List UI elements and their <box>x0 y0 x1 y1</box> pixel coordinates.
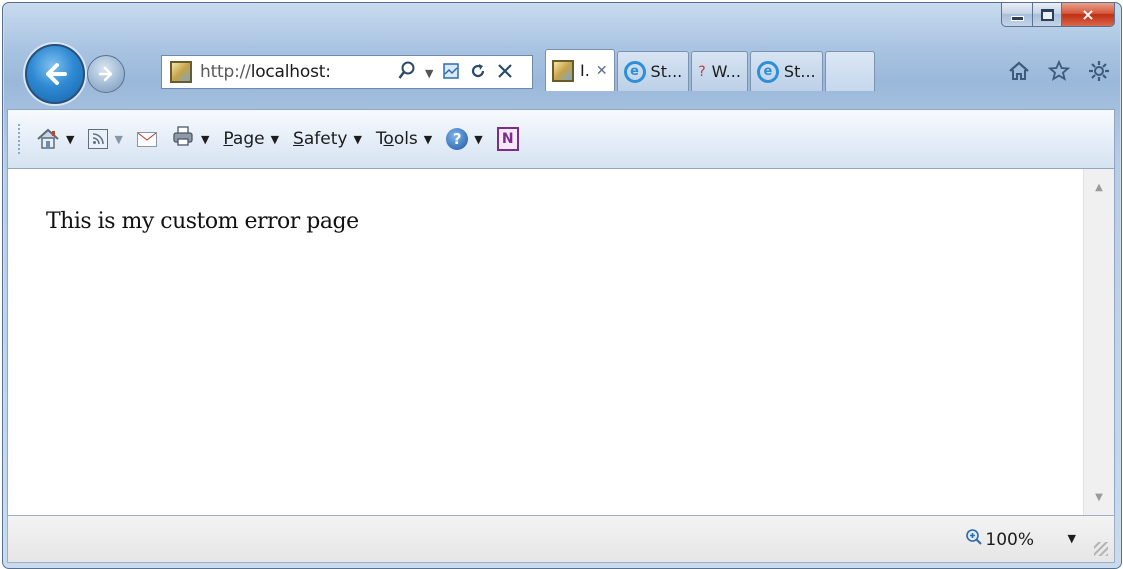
command-bar: ▼ ▼ ▼ Page ▼ Safety ▼ Tools ▼ ? ▼ N <box>7 109 1115 169</box>
chevron-down-icon[interactable]: ▼ <box>66 133 74 146</box>
maximize-icon <box>1040 8 1054 21</box>
ie-icon: e <box>756 60 779 83</box>
tools-gear-icon[interactable] <box>1087 59 1111 89</box>
page-favicon-icon <box>170 61 192 83</box>
minimize-icon <box>1010 16 1024 21</box>
scroll-up-icon[interactable]: ▲ <box>1084 175 1114 199</box>
tab-st-1[interactable]: e St... <box>616 51 690 91</box>
address-host: localhost: <box>250 62 331 82</box>
tab-label: St... <box>783 62 816 81</box>
error-message: This is my custom error page <box>46 209 359 234</box>
address-tools: ▼ <box>398 59 514 87</box>
chevron-down-icon: ▼ <box>270 132 280 146</box>
search-icon[interactable] <box>398 61 416 85</box>
page-favicon-icon <box>552 59 574 82</box>
forward-button[interactable] <box>87 55 125 93</box>
vertical-scrollbar[interactable]: ▲ ▼ <box>1083 169 1114 515</box>
browser-window: × http://localhost: ▼ I. ✕ e St... ? W..… <box>2 2 1122 569</box>
forward-arrow-icon <box>98 66 113 82</box>
chevron-down-icon[interactable]: ▼ <box>114 133 122 146</box>
safety-menu-label: Safety <box>293 129 348 149</box>
question-favicon-icon: ? <box>698 63 706 80</box>
window-controls: × <box>1001 3 1115 27</box>
tab-w[interactable]: ? W... <box>691 51 748 91</box>
address-bar[interactable]: http://localhost: ▼ <box>161 55 533 89</box>
address-url[interactable]: http://localhost: <box>200 62 331 82</box>
favorites-star-icon[interactable] <box>1047 59 1071 89</box>
tab-close-icon[interactable]: ✕ <box>596 63 608 79</box>
back-button[interactable] <box>25 44 85 104</box>
chevron-down-icon: ▼ <box>423 132 433 146</box>
refresh-icon[interactable] <box>469 62 487 84</box>
read-mail-button[interactable] <box>136 131 157 147</box>
page-menu[interactable]: Page ▼ <box>223 129 279 149</box>
chevron-down-icon: ▼ <box>353 132 362 146</box>
tab-active[interactable]: I. ✕ <box>545 49 615 91</box>
ie-icon: e <box>623 60 646 83</box>
tab-label: St... <box>650 62 683 81</box>
resize-grip[interactable] <box>1094 542 1108 556</box>
home-page-icon <box>36 127 60 151</box>
page-menu-label: Page <box>223 129 265 149</box>
browser-toolbar-icons <box>1007 59 1111 89</box>
scroll-down-icon[interactable]: ▼ <box>1084 485 1114 509</box>
mail-icon <box>136 131 157 147</box>
close-icon: × <box>1081 5 1095 24</box>
compatibility-view-icon[interactable] <box>442 62 460 84</box>
tab-label: W... <box>711 62 741 81</box>
tools-menu[interactable]: Tools ▼ <box>376 129 432 149</box>
chevron-down-icon[interactable]: ▼ <box>201 133 209 146</box>
status-bar: 100% ▼ <box>7 515 1115 563</box>
zoom-level: 100% <box>985 529 1034 550</box>
new-tab-button[interactable] <box>824 51 875 91</box>
search-dropdown-icon[interactable]: ▼ <box>425 68 433 79</box>
close-window-button[interactable]: × <box>1062 3 1115 27</box>
home-icon[interactable] <box>1007 59 1031 89</box>
back-arrow-icon <box>46 63 67 85</box>
onenote-button[interactable]: N <box>496 127 519 151</box>
stop-icon[interactable] <box>496 62 514 84</box>
zoom-icon <box>965 528 983 551</box>
minimize-button[interactable] <box>1001 3 1033 27</box>
zoom-control[interactable]: 100% <box>965 528 1034 551</box>
chevron-down-icon: ▼ <box>474 132 483 146</box>
feeds-button[interactable]: ▼ <box>88 129 123 149</box>
help-icon: ? <box>446 128 469 150</box>
tab-strip: I. ✕ e St... ? W... e St... <box>545 49 877 91</box>
tools-menu-label: Tools <box>375 129 418 149</box>
maximize-button[interactable] <box>1033 3 1062 27</box>
address-scheme: http:// <box>200 62 251 82</box>
toolbar-grip[interactable] <box>18 124 24 154</box>
tab-label: I. <box>580 61 590 80</box>
help-menu[interactable]: ? ▼ <box>446 128 483 150</box>
printer-icon <box>171 124 195 154</box>
feed-icon <box>88 129 109 149</box>
onenote-icon: N <box>496 127 519 151</box>
tab-st-2[interactable]: e St... <box>749 51 823 91</box>
home-button[interactable]: ▼ <box>36 127 74 151</box>
zoom-dropdown-icon[interactable]: ▼ <box>1068 532 1076 545</box>
page-content: This is my custom error page ▲ ▼ <box>7 169 1115 515</box>
safety-menu[interactable]: Safety ▼ <box>293 129 362 149</box>
navigation-row: http://localhost: ▼ I. ✕ e St... ? W... … <box>3 41 1121 107</box>
print-button[interactable]: ▼ <box>171 124 209 154</box>
